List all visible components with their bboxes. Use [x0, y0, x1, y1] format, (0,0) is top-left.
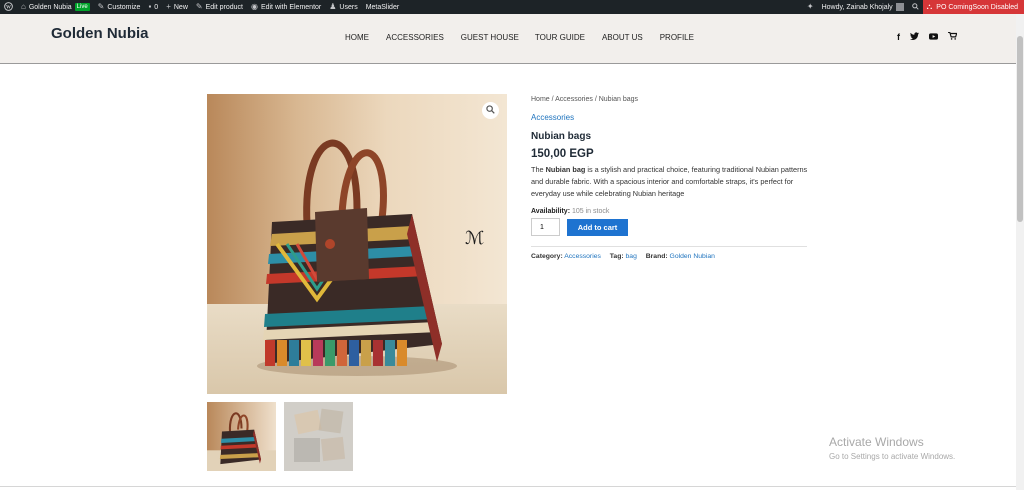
wordpress-icon: W — [4, 1, 13, 13]
coming-soon-label: PO ComingSoon Disabled — [936, 3, 1018, 11]
site-name-label: Golden Nubia — [28, 3, 72, 11]
handbag-illustration: ℳ — [207, 139, 507, 394]
activate-windows-watermark: Activate Windows Go to Settings to activ… — [829, 435, 955, 461]
description-bold: Nubian bag — [545, 165, 586, 174]
breadcrumb: Home / Accessories / Nubian bags — [531, 96, 811, 103]
avatar — [895, 3, 904, 11]
customize-label: Customize — [107, 3, 141, 11]
social-links: f — [897, 31, 958, 42]
youtube-icon[interactable] — [929, 32, 938, 42]
search-button[interactable] — [908, 0, 923, 14]
product-description: The Nubian bag is a stylish and practica… — [531, 164, 811, 200]
site-name-menu[interactable]: ⌂ Golden Nubia Live — [17, 0, 94, 14]
new-content-menu[interactable]: + New — [162, 0, 192, 14]
users-icon: ♟ — [329, 2, 337, 11]
bag-detail-thumbnail-image — [284, 402, 353, 471]
nav-about-us[interactable]: ABOUT US — [602, 33, 643, 42]
breadcrumb-home[interactable]: Home — [531, 96, 550, 103]
tag-label: Tag: — [609, 253, 624, 260]
watermark-title: Activate Windows — [829, 435, 924, 449]
add-to-cart-button[interactable]: Add to cart — [567, 218, 628, 236]
coming-soon-status[interactable]: ⛬ PO ComingSoon Disabled — [922, 0, 1024, 14]
admin-bar: W ⌂ Golden Nubia Live ✎ Customize ▪ 0 + … — [0, 0, 1024, 14]
nav-home[interactable]: HOME — [345, 33, 369, 42]
howdy-label: Howdy, Zainab Khojaly — [821, 3, 893, 11]
home-icon: ⌂ — [21, 2, 26, 11]
search-icon — [911, 2, 919, 12]
product-price: 150,00 EGP — [531, 148, 594, 160]
nav-profile[interactable]: PROFILE — [660, 33, 694, 42]
ai-assistant-button[interactable]: ✦ — [803, 0, 818, 14]
users-link[interactable]: ♟ Users — [325, 0, 361, 14]
comment-icon: ▪ — [148, 2, 152, 11]
comments-count: 0 — [154, 3, 159, 11]
zoom-button[interactable] — [482, 102, 499, 119]
brush-icon: ✎ — [97, 2, 105, 11]
svg-text:ℳ: ℳ — [465, 228, 484, 249]
edit-elementor-link[interactable]: ◉ Edit with Elementor — [247, 0, 325, 14]
quantity-input[interactable] — [531, 218, 560, 236]
meta-brand-link[interactable]: Golden Nubian — [670, 253, 715, 260]
breadcrumb-accessories[interactable]: Accessories — [555, 96, 593, 103]
brand-label: Brand: — [645, 253, 668, 260]
availability: Availability: 105 in stock — [531, 208, 811, 215]
edit-product-link[interactable]: ✎ Edit product — [192, 0, 247, 14]
page-scrollbar[interactable] — [1016, 14, 1024, 490]
site-title[interactable]: Golden Nubia — [51, 25, 149, 42]
account-menu[interactable]: Howdy, Zainab Khojaly — [818, 0, 908, 14]
nav-accessories[interactable]: ACCESSORIES — [386, 33, 444, 42]
handbag-thumbnail-image — [207, 412, 276, 471]
coming-soon-icon: ⛬ — [926, 2, 933, 11]
admin-bar-right: ✦ Howdy, Zainab Khojaly ⛬ PO ComingSoon … — [803, 0, 1024, 14]
description-prefix: The — [531, 165, 546, 174]
meta-category-link[interactable]: Accessories — [564, 253, 601, 260]
facebook-icon[interactable]: f — [897, 32, 900, 42]
live-badge: Live — [74, 3, 90, 11]
elementor-icon: ◉ — [250, 2, 258, 11]
product-category-link[interactable]: Accessories — [531, 113, 811, 122]
wordpress-logo-menu[interactable]: W — [0, 0, 17, 14]
new-label: New — [173, 3, 188, 11]
add-to-cart-form: Add to cart — [531, 218, 811, 236]
metaslider-link[interactable]: MetaSlider — [362, 0, 403, 14]
nav-guest-house[interactable]: GUEST HOUSE — [461, 33, 519, 42]
metaslider-label: MetaSlider — [365, 3, 400, 11]
availability-label: Availability: — [531, 208, 571, 215]
meta-tag-link[interactable]: bag — [626, 253, 637, 260]
product-title: Nubian bags — [531, 131, 592, 142]
stock-status: 105 in stock — [571, 208, 610, 215]
edit-elementor-label: Edit with Elementor — [260, 3, 322, 11]
cart-icon[interactable] — [948, 31, 958, 42]
twitter-icon[interactable] — [910, 32, 919, 42]
category-label: Category: — [531, 253, 563, 260]
main-nav: HOME ACCESSORIES GUEST HOUSE TOUR GUIDE … — [345, 33, 694, 42]
product-meta: Category: Accessories Tag: bag Brand: Go… — [531, 253, 811, 260]
plus-icon: + — [166, 2, 171, 11]
breadcrumb-current: Nubian bags — [598, 96, 639, 103]
magnifier-icon — [486, 105, 495, 116]
pencil-icon: ✎ — [195, 2, 203, 11]
site-header: Golden Nubia HOME ACCESSORIES GUEST HOUS… — [0, 14, 1016, 64]
sparkle-icon: ✦ — [806, 2, 814, 11]
edit-product-label: Edit product — [205, 3, 243, 11]
scrollbar-thumb[interactable] — [1017, 36, 1023, 222]
product-summary: Home / Accessories / Nubian bags Accesso… — [531, 96, 811, 260]
customize-link[interactable]: ✎ Customize — [94, 0, 145, 14]
svg-text:W: W — [6, 5, 11, 10]
product-thumbnail-2[interactable] — [284, 402, 353, 471]
footer-divider — [0, 486, 1016, 487]
divider — [531, 246, 807, 247]
watermark-subtitle: Go to Settings to activate Windows. — [829, 452, 956, 461]
users-label: Users — [339, 3, 358, 11]
product-thumbnail-1[interactable] — [207, 402, 276, 471]
comments-link[interactable]: ▪ 0 — [144, 0, 162, 14]
product-main-image[interactable]: ℳ — [207, 94, 507, 394]
nav-tour-guide[interactable]: TOUR GUIDE — [535, 33, 585, 42]
